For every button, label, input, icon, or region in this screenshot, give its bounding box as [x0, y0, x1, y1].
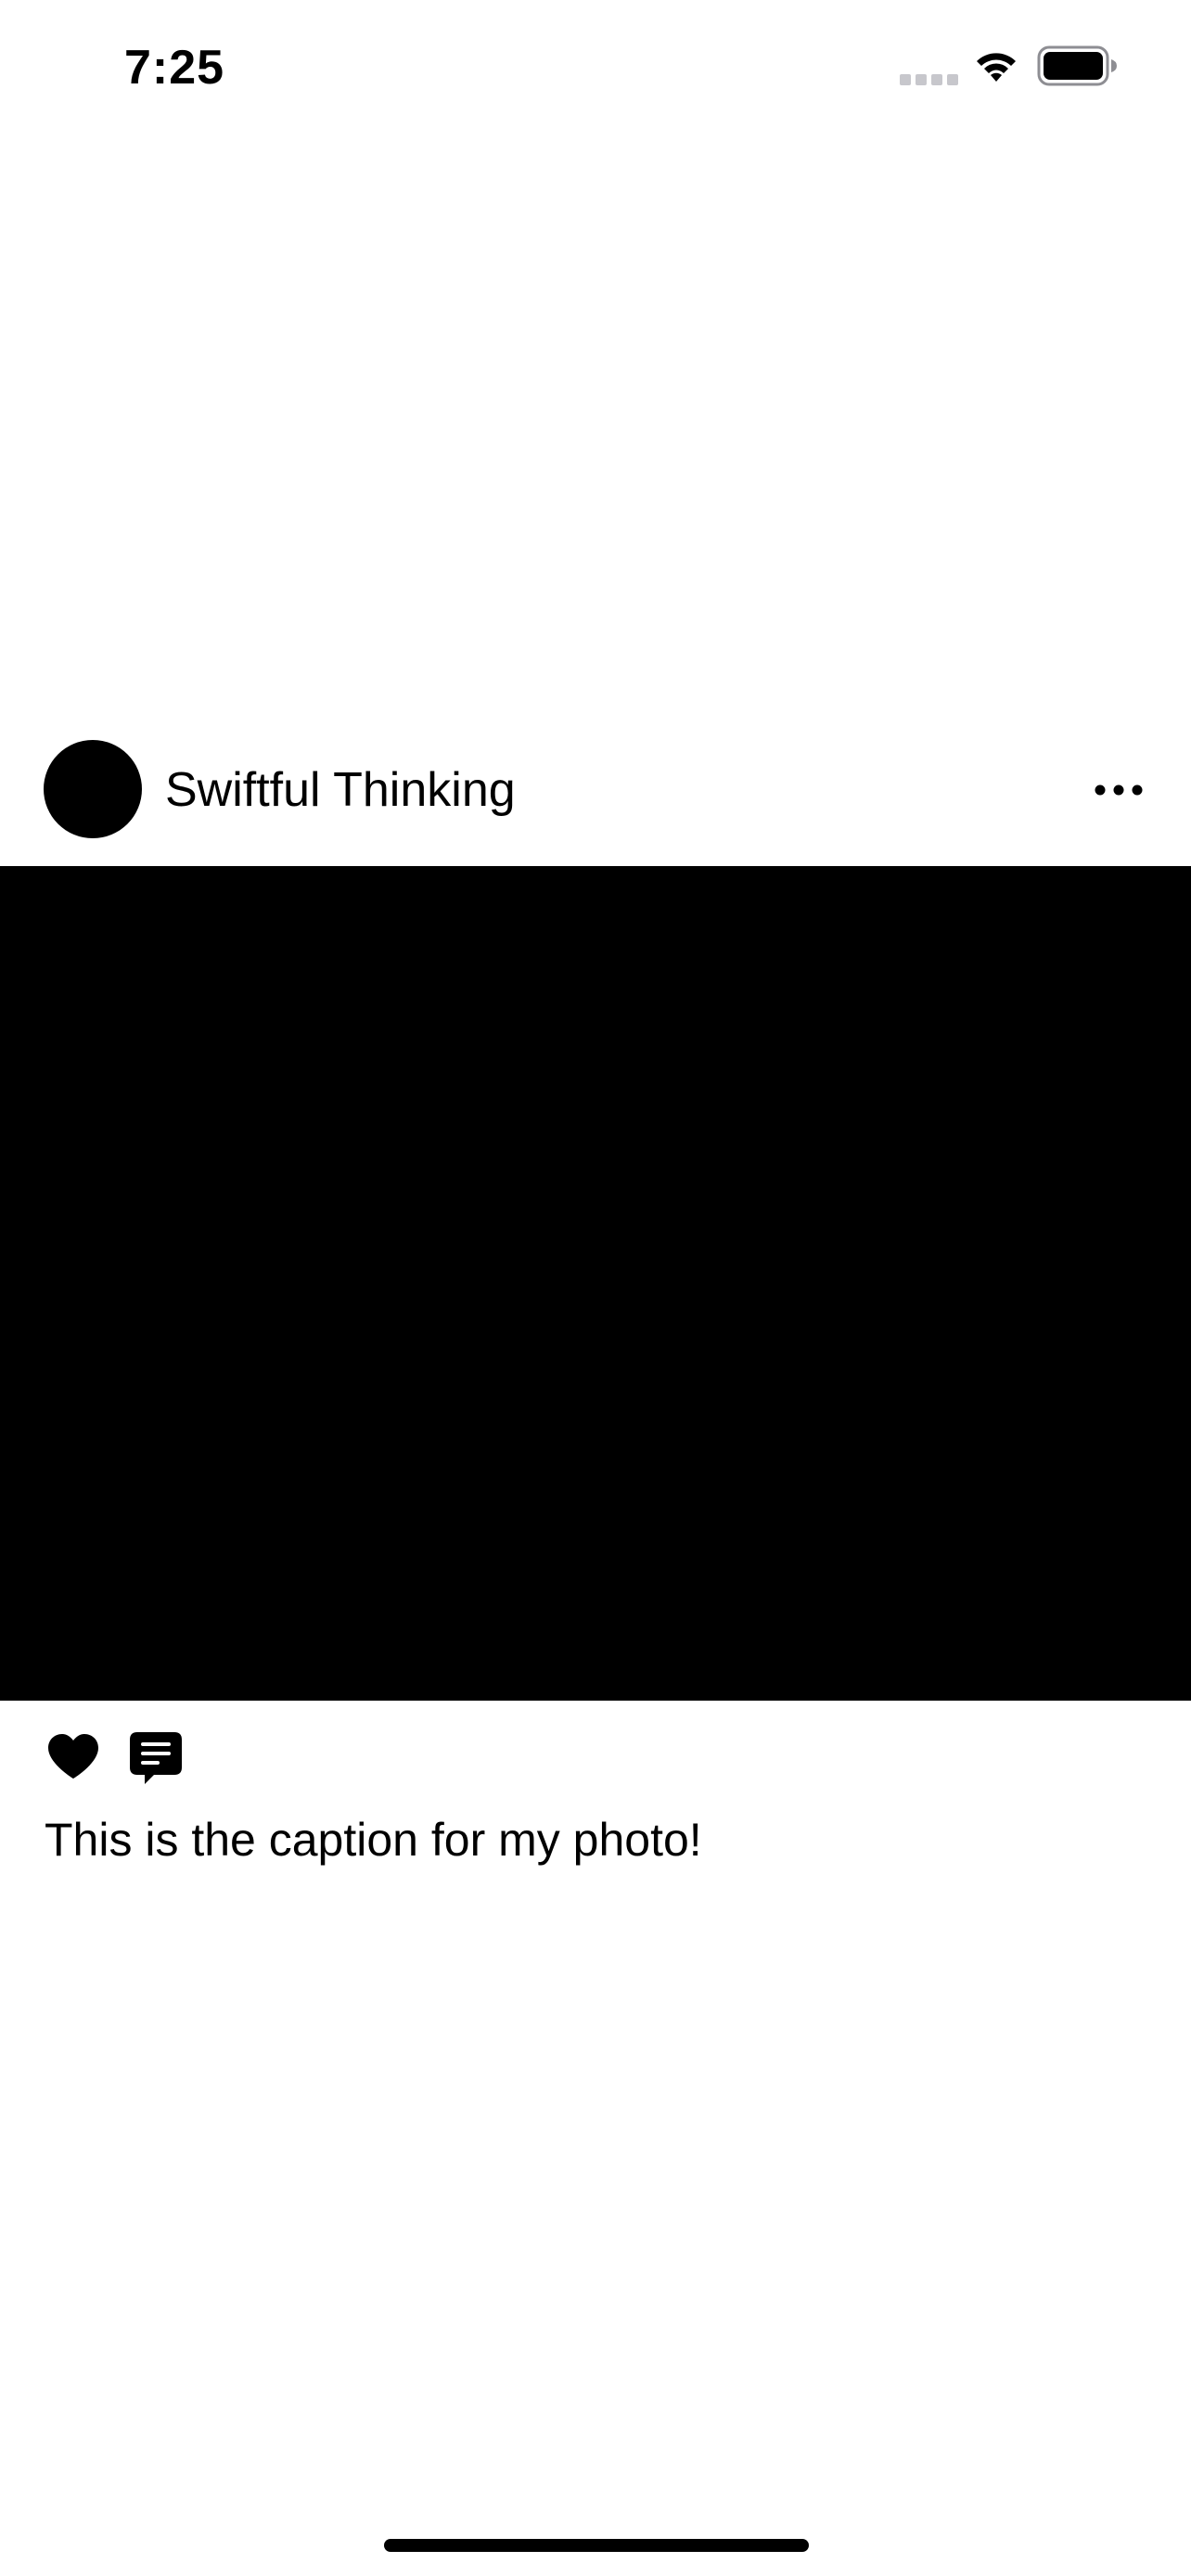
- username[interactable]: Swiftful Thinking: [165, 760, 516, 820]
- post-actions: [0, 1730, 1191, 1786]
- wifi-icon: [977, 53, 1016, 82]
- post-image: [0, 866, 1191, 1701]
- status-bar: 7:25: [0, 0, 1191, 139]
- message-fill-icon[interactable]: [128, 1730, 184, 1786]
- cellular-signal-icon: [900, 74, 958, 85]
- battery-icon: [1037, 45, 1117, 86]
- avatar[interactable]: [44, 740, 142, 838]
- post-header: Swiftful Thinking: [0, 740, 1191, 840]
- home-indicator[interactable]: [384, 2539, 809, 2552]
- post-caption: This is the caption for my photo!: [45, 1814, 702, 1866]
- app-screen: 7:25 Swiftful Thinking This is the capti…: [0, 0, 1191, 2576]
- ellipsis-icon[interactable]: [1091, 768, 1146, 812]
- heart-fill-icon[interactable]: [46, 1732, 100, 1780]
- status-time: 7:25: [124, 41, 225, 95]
